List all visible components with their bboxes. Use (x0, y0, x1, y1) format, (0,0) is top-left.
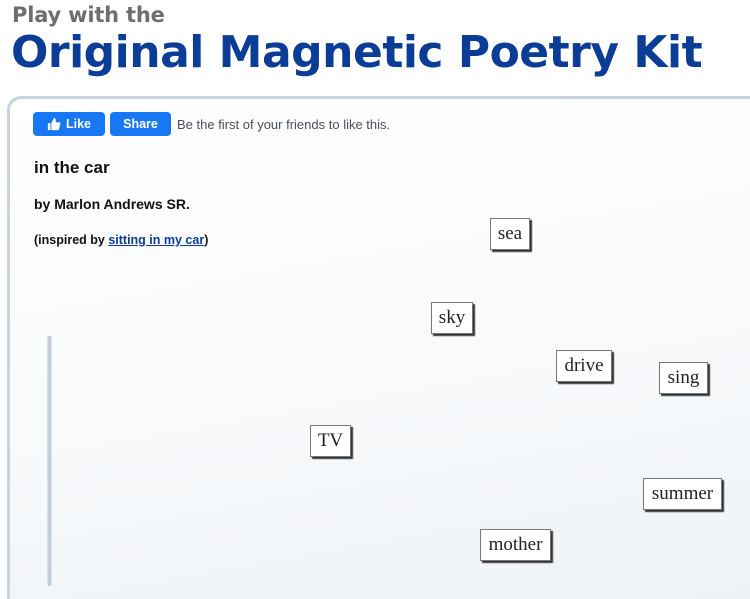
facebook-share-button[interactable]: Share (110, 112, 171, 136)
magnet-word-sing[interactable]: sing (659, 362, 708, 394)
magnet-word-summer[interactable]: summer (643, 478, 722, 510)
magnet-word-drive[interactable]: drive (556, 350, 612, 382)
poem-inspiration: (inspired by sitting in my car) (34, 233, 208, 247)
inspired-suffix: ) (204, 233, 209, 247)
facebook-social-text: Be the first of your friends to like thi… (177, 116, 391, 132)
magnet-word-sky[interactable]: sky (431, 302, 473, 334)
poem-author: by Marlon Andrews SR. (34, 196, 190, 212)
facebook-bar: Like Share Be the first of your friends … (33, 112, 390, 136)
magnet-word-tv[interactable]: TV (310, 425, 351, 457)
inspired-prefix: (inspired by (34, 233, 109, 247)
facebook-like-label: Like (65, 117, 91, 131)
inspiration-link[interactable]: sitting in my car (108, 233, 204, 247)
page-title: Original Magnetic Poetry Kit (11, 27, 703, 78)
thumbs-up-icon (47, 117, 61, 131)
poem-title: in the car (34, 158, 110, 177)
magnet-word-mother[interactable]: mother (480, 529, 551, 561)
fridge-board (7, 96, 750, 599)
magnet-word-sea[interactable]: sea (490, 218, 530, 250)
header-kicker: Play with the (12, 3, 165, 27)
facebook-share-label: Share (123, 117, 158, 131)
fridge-handle (47, 336, 52, 586)
facebook-like-button[interactable]: Like (33, 112, 105, 136)
